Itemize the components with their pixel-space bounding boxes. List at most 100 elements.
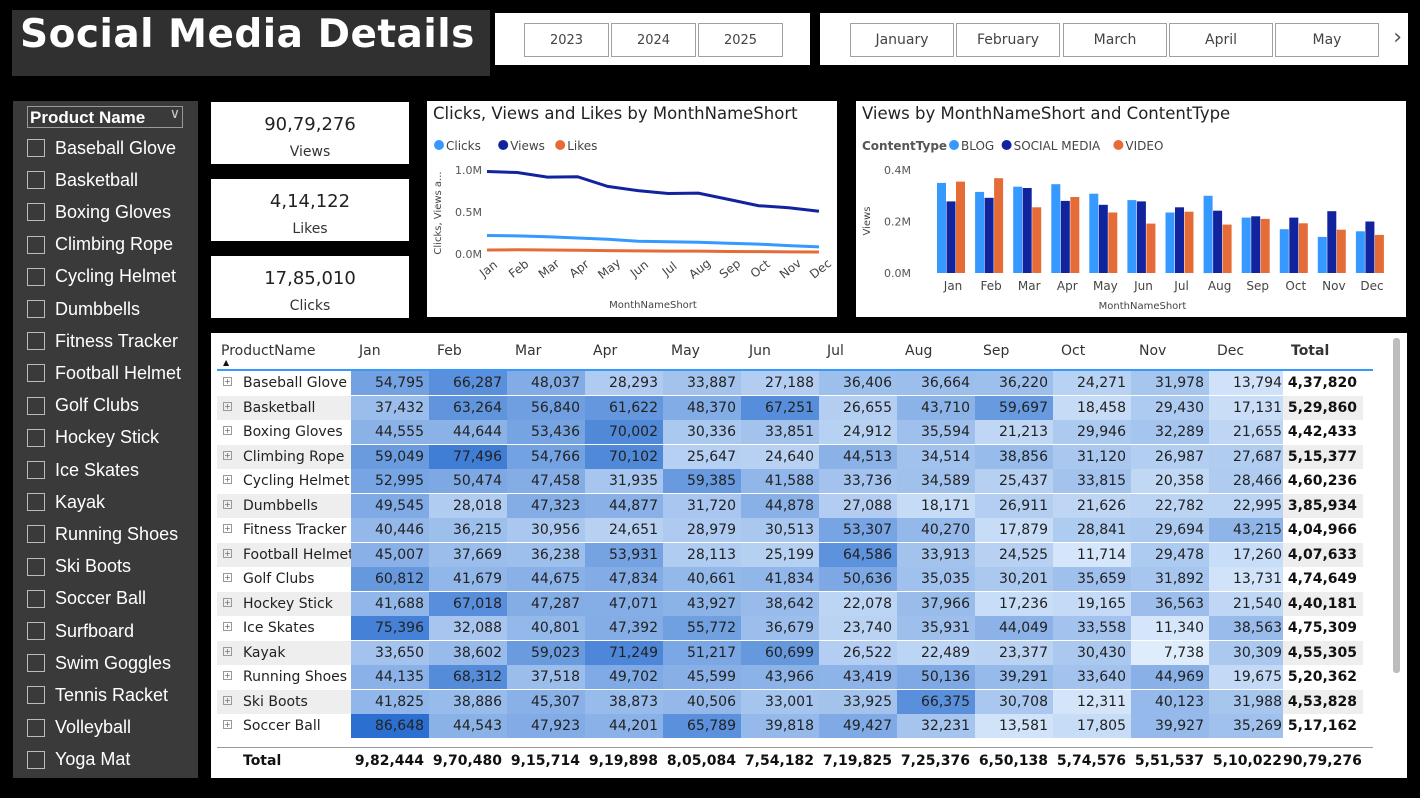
bar[interactable]: [1289, 217, 1299, 273]
bar[interactable]: [1251, 216, 1261, 273]
month-button-may[interactable]: May: [1275, 23, 1379, 57]
expand-icon[interactable]: +: [223, 377, 232, 386]
checkbox-icon[interactable]: [27, 654, 45, 673]
table-row[interactable]: + Cycling Helmet 52,995 50,474 47,458 31,935 5…: [217, 469, 1369, 493]
table-row[interactable]: + Ski Boots 41,825 38,886 45,307 38,873 40,506…: [217, 689, 1369, 714]
expand-icon[interactable]: +: [223, 646, 232, 656]
column-header[interactable]: Feb: [437, 343, 462, 359]
checkbox-icon[interactable]: [27, 364, 45, 383]
bar[interactable]: [1222, 224, 1232, 273]
bar[interactable]: [1203, 195, 1213, 274]
year-button-2023[interactable]: 2023: [524, 23, 609, 57]
column-header[interactable]: May: [671, 343, 700, 359]
table-row[interactable]: + Golf Clubs 60,812 41,679 44,675 47,834 40,66…: [217, 567, 1369, 591]
bar[interactable]: [946, 201, 956, 273]
product-slicer-item[interactable]: Ice Skates: [27, 458, 197, 482]
column-header[interactable]: Nov: [1139, 343, 1166, 359]
column-header[interactable]: ProductName: [221, 343, 315, 359]
expand-icon[interactable]: +: [223, 720, 232, 729]
checkbox-icon[interactable]: [27, 300, 45, 318]
chevron-down-icon[interactable]: ∨: [170, 106, 180, 122]
checkbox-icon[interactable]: [27, 525, 45, 544]
product-slicer-item[interactable]: Running Shoes: [27, 522, 197, 546]
series-line-likes[interactable]: [486, 248, 820, 254]
year-button-2024[interactable]: 2024: [611, 23, 696, 57]
table-row[interactable]: + Basketball 37,432 63,264 56,840 61,622 48,37…: [217, 395, 1369, 420]
table-row[interactable]: + Boxing Gloves 44,555 44,644 53,436 70,002 30…: [217, 420, 1369, 444]
checkbox-icon[interactable]: [27, 139, 45, 157]
product-slicer-item[interactable]: Swim Goggles: [27, 651, 197, 675]
bar[interactable]: [1089, 193, 1099, 273]
checkbox-icon[interactable]: [27, 171, 45, 190]
expand-icon[interactable]: +: [223, 695, 232, 705]
product-slicer-item[interactable]: Boxing Gloves: [27, 200, 197, 224]
product-slicer-item[interactable]: Volleyball: [27, 716, 197, 740]
product-slicer-item[interactable]: Hockey Stick: [27, 426, 197, 450]
bar[interactable]: [1013, 186, 1023, 273]
product-slicer-item[interactable]: Basketball: [27, 168, 197, 192]
expand-icon[interactable]: +: [223, 426, 232, 435]
bar[interactable]: [1317, 236, 1327, 273]
product-slicer-item[interactable]: Climbing Rope: [27, 233, 197, 257]
bar[interactable]: [984, 197, 994, 273]
product-slicer-item[interactable]: Fitness Tracker: [27, 329, 197, 353]
column-header[interactable]: Oct: [1061, 343, 1085, 359]
month-button-march[interactable]: March: [1063, 23, 1167, 57]
table-row[interactable]: + Ice Skates 75,396 32,088 40,801 47,392 55,77…: [217, 616, 1369, 640]
product-slicer-item[interactable]: Ski Boots: [27, 555, 197, 579]
table-row[interactable]: + Fitness Tracker 40,446 36,215 30,956 24,651…: [217, 518, 1369, 542]
expand-icon[interactable]: +: [223, 401, 232, 411]
column-header[interactable]: Mar: [515, 343, 541, 359]
column-header[interactable]: Jan: [359, 343, 381, 359]
column-header[interactable]: Total: [1291, 343, 1329, 359]
table-row[interactable]: + Climbing Rope 59,049 77,496 54,766 70,102 25…: [217, 444, 1369, 469]
bar[interactable]: [1127, 200, 1137, 273]
expand-icon[interactable]: +: [223, 548, 232, 558]
checkbox-icon[interactable]: [27, 396, 45, 415]
expand-icon[interactable]: +: [223, 671, 232, 680]
expand-icon[interactable]: +: [223, 597, 232, 607]
column-header[interactable]: Aug: [905, 343, 932, 359]
bar[interactable]: [1108, 212, 1118, 274]
bar[interactable]: [1365, 221, 1375, 274]
bar[interactable]: [994, 178, 1004, 273]
product-slicer-item[interactable]: Baseball Glove: [27, 136, 197, 160]
expand-icon[interactable]: +: [223, 450, 232, 460]
product-slicer-item[interactable]: Yoga Mat: [27, 748, 197, 772]
expand-icon[interactable]: +: [223, 475, 232, 484]
table-row[interactable]: + Kayak 33,650 38,602 59,023 71,249 51,217 60,6…: [217, 640, 1369, 665]
expand-icon[interactable]: +: [223, 622, 232, 631]
column-header[interactable]: Jun: [749, 343, 771, 359]
checkbox-icon[interactable]: [27, 428, 45, 447]
bar[interactable]: [1098, 204, 1108, 273]
column-header[interactable]: Sep: [983, 343, 1009, 359]
matrix-body[interactable]: + Baseball Glove 54,795 66,287 48,037 28,293 3…: [211, 370, 1391, 747]
column-header[interactable]: Jul: [827, 343, 844, 359]
bar[interactable]: [1060, 200, 1070, 273]
product-slicer-item[interactable]: Dumbbells: [27, 297, 197, 321]
product-slicer-item[interactable]: Soccer Ball: [27, 587, 197, 611]
product-slicer-item[interactable]: Tennis Racket: [27, 683, 197, 707]
table-row[interactable]: + Baseball Glove 54,795 66,287 48,037 28,293 3…: [217, 371, 1369, 395]
bar[interactable]: [1146, 223, 1156, 273]
checkbox-icon[interactable]: [27, 493, 45, 512]
table-row[interactable]: + Dumbbells 49,545 28,018 47,323 44,877 31,720…: [217, 493, 1369, 518]
matrix-scrollbar[interactable]: [1393, 338, 1400, 673]
bar[interactable]: [1165, 212, 1175, 274]
series-line-views[interactable]: [486, 170, 820, 213]
checkbox-icon[interactable]: [27, 589, 45, 608]
table-row[interactable]: + Hockey Stick 41,688 67,018 47,287 47,071 43,…: [217, 591, 1369, 616]
expand-icon[interactable]: +: [223, 499, 232, 509]
product-slicer-item[interactable]: Kayak: [27, 490, 197, 514]
bar[interactable]: [1355, 231, 1365, 273]
bar[interactable]: [1298, 223, 1308, 273]
chevron-right-icon[interactable]: ›: [1393, 25, 1402, 50]
bar[interactable]: [1051, 184, 1061, 273]
bar[interactable]: [956, 181, 965, 273]
bar[interactable]: [975, 191, 985, 273]
bar[interactable]: [1022, 188, 1032, 273]
line-chart-panel[interactable]: Clicks, Views and Likes by MonthNameShor…: [427, 101, 837, 317]
bar[interactable]: [1279, 229, 1289, 273]
checkbox-icon[interactable]: [27, 622, 45, 640]
checkbox-icon[interactable]: [27, 557, 45, 576]
